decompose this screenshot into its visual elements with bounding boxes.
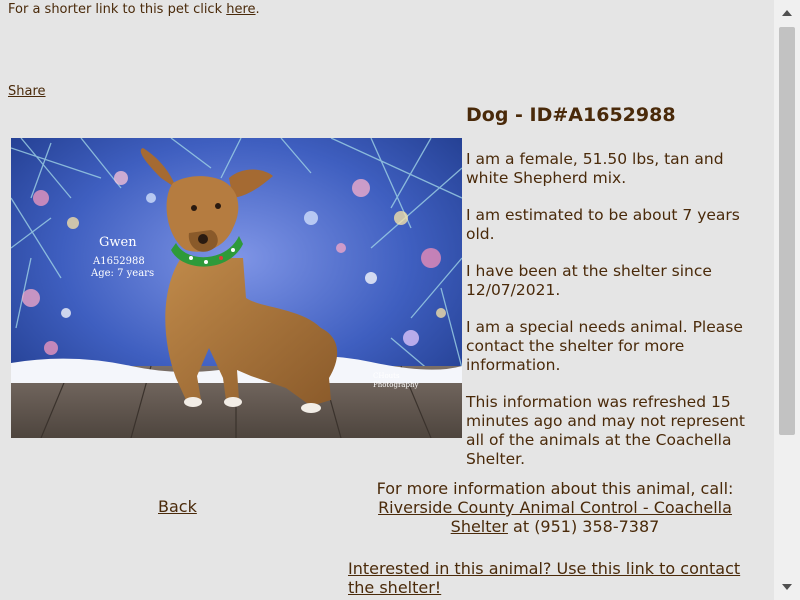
- pet-photo: Gwen A1652988 Age: 7 years CHouts Photog…: [11, 138, 462, 438]
- photo-caption-name: Gwen: [99, 235, 137, 250]
- vertical-scrollbar[interactable]: [774, 0, 800, 600]
- scroll-down-arrow-icon[interactable]: [774, 574, 800, 600]
- share-link[interactable]: Share: [8, 84, 46, 100]
- photo-watermark-line1: CHouts: [373, 372, 400, 380]
- short-link-line: For a shorter link to this pet click her…: [8, 2, 260, 18]
- pet-age: I am estimated to be about 7 years old.: [466, 206, 740, 243]
- shelter-phone: at (951) 358-7387: [507, 517, 660, 536]
- pet-title: Dog - ID#A1652988: [466, 104, 676, 126]
- page: For a shorter link to this pet click her…: [0, 0, 774, 600]
- short-link-suffix: .: [255, 2, 260, 17]
- contact-block: For more information about this animal, …: [360, 479, 750, 536]
- pet-info: I am a female, 51.50 lbs, tan and white …: [466, 150, 764, 487]
- pet-special-needs: I am a special needs animal. Please cont…: [466, 318, 743, 374]
- scrollbar-thumb[interactable]: [779, 27, 795, 435]
- interest-contact-link[interactable]: Interested in this animal? Use this link…: [348, 559, 748, 597]
- back-link[interactable]: Back: [158, 497, 197, 516]
- pet-description: I am a female, 51.50 lbs, tan and white …: [466, 150, 724, 187]
- refresh-notice: This information was refreshed 15 minute…: [466, 393, 745, 468]
- short-link-here-link[interactable]: here: [226, 2, 255, 17]
- scroll-up-arrow-icon[interactable]: [774, 0, 800, 26]
- short-link-text: For a shorter link to this pet click: [8, 2, 227, 17]
- photo-caption-id: A1652988: [92, 256, 145, 267]
- contact-intro: For more information about this animal, …: [376, 479, 734, 498]
- photo-watermark-line2: Photography: [373, 381, 418, 389]
- pet-shelter-since: I have been at the shelter since 12/07/2…: [466, 262, 712, 299]
- photo-caption-age: Age: 7 years: [90, 268, 154, 279]
